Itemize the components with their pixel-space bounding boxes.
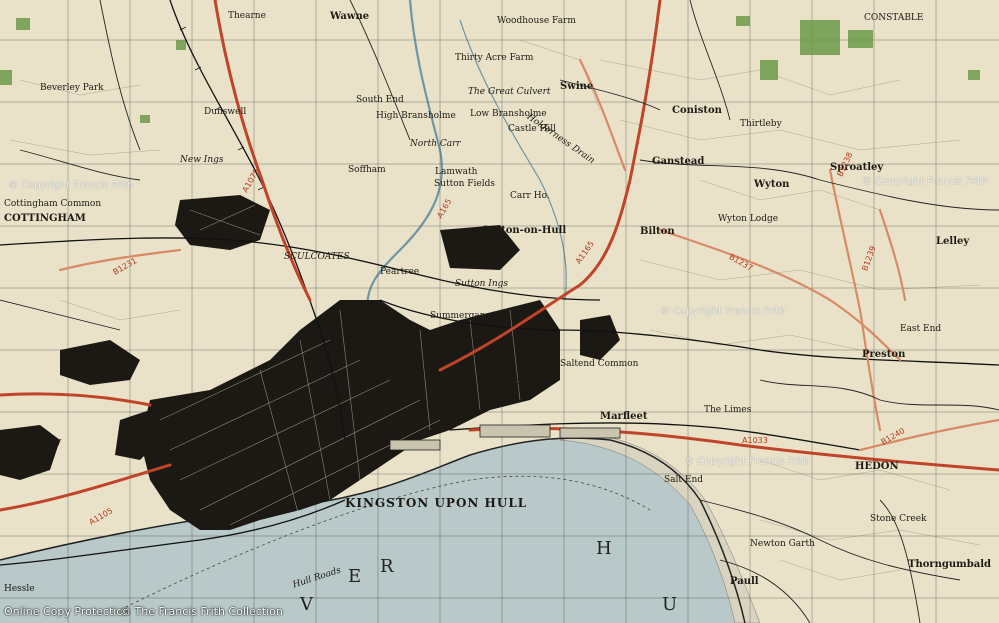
label-marfleet: Marfleet — [600, 411, 648, 422]
label-great-culvert: The Great Culvert — [468, 87, 551, 97]
label-preston: Preston — [862, 349, 906, 360]
label-woodhouse-farm: Woodhouse Farm — [497, 16, 576, 26]
label-swine: Swine — [560, 81, 594, 92]
label-dunswell: Dunswell — [204, 107, 247, 117]
label-thirty-acre-farm: Thirty Acre Farm — [455, 53, 534, 63]
label-sutton-fields: Sutton Fields — [434, 179, 495, 189]
label-wyton-lodge: Wyton Lodge — [718, 214, 779, 224]
label-new-ings: New Ings — [180, 155, 224, 165]
label-carr-ho: Carr Ho. — [510, 191, 550, 201]
label-lamwath: Lamwath — [435, 167, 478, 177]
label-salt-end: Salt End — [664, 475, 704, 485]
label-thirtleby: Thirtleby — [740, 119, 782, 129]
river-letter-u: U — [662, 594, 680, 615]
label-thearne: Thearne — [228, 11, 266, 21]
label-cottingham: COTTINGHAM — [4, 213, 86, 224]
label-southcoates: Southcoates — [484, 377, 541, 387]
road-tag-a1033: A1033 — [742, 436, 768, 445]
label-north-carr: North Carr — [410, 139, 461, 149]
river-letter-v: V — [300, 594, 315, 615]
label-constable: CONSTABLE — [864, 13, 924, 23]
label-sutton-on-hull: Sutton-on-Hull — [482, 225, 567, 236]
label-bilton: Bilton — [640, 226, 675, 237]
label-summergangs: Summergangs — [430, 311, 496, 321]
label-ganstead: Ganstead — [652, 156, 705, 167]
label-wawne: Wawne — [330, 11, 370, 22]
credit-copy-protection: Online Copy Protection — [4, 605, 131, 618]
label-sutton-ings: Sutton Ings — [455, 279, 509, 289]
label-saltend-common: Saltend Common — [560, 359, 639, 369]
label-south-end: South End — [356, 95, 404, 105]
watermark: © Copyright Francis Frith — [684, 456, 810, 467]
watermark: © Copyright Francis Frith — [862, 176, 988, 187]
credit-francis-frith: © The Francis Frith Collection — [120, 605, 283, 618]
watermark: © Copyright Francis Frith — [8, 180, 134, 191]
label-lelley: Lelley — [936, 236, 970, 247]
label-wyton: Wyton — [754, 179, 790, 190]
river-letter-e: E — [348, 566, 364, 587]
label-kingston-upon-hull: KINGSTON UPON HULL — [345, 496, 528, 510]
label-thorngumbald: Thorngumbald — [908, 559, 992, 570]
label-sculcoates: SCULCOATES — [284, 252, 350, 262]
label-coniston: Coniston — [672, 105, 722, 116]
river-letter-h: H — [596, 538, 614, 559]
label-cottingham-common: Cottingham Common — [4, 199, 102, 209]
label-newton-garth: Newton Garth — [750, 539, 815, 549]
river-letter-r: R — [380, 556, 396, 577]
label-soffham: Soffham — [348, 165, 386, 175]
watermark: © Copyright Francis Frith — [660, 306, 786, 317]
label-east-end: East End — [900, 324, 942, 334]
label-hessle: Hessle — [4, 584, 35, 594]
label-beverley-park: Beverley Park — [40, 83, 104, 93]
label-the-limes: The Limes — [704, 405, 752, 415]
label-hedon: HEDON — [855, 461, 899, 472]
label-castle-hill: Castle Hill — [508, 124, 557, 134]
label-high-bransholme: High Bransholme — [376, 111, 456, 121]
os-map[interactable]: KINGSTON UPON HULL COTTINGHAM Cottingham… — [0, 0, 999, 623]
label-paull: Paull — [730, 576, 759, 587]
label-stone-creek: Stone Creek — [870, 514, 927, 524]
label-peartree: Peartree — [380, 267, 420, 277]
label-anlaby: Anlaby — [30, 437, 62, 447]
